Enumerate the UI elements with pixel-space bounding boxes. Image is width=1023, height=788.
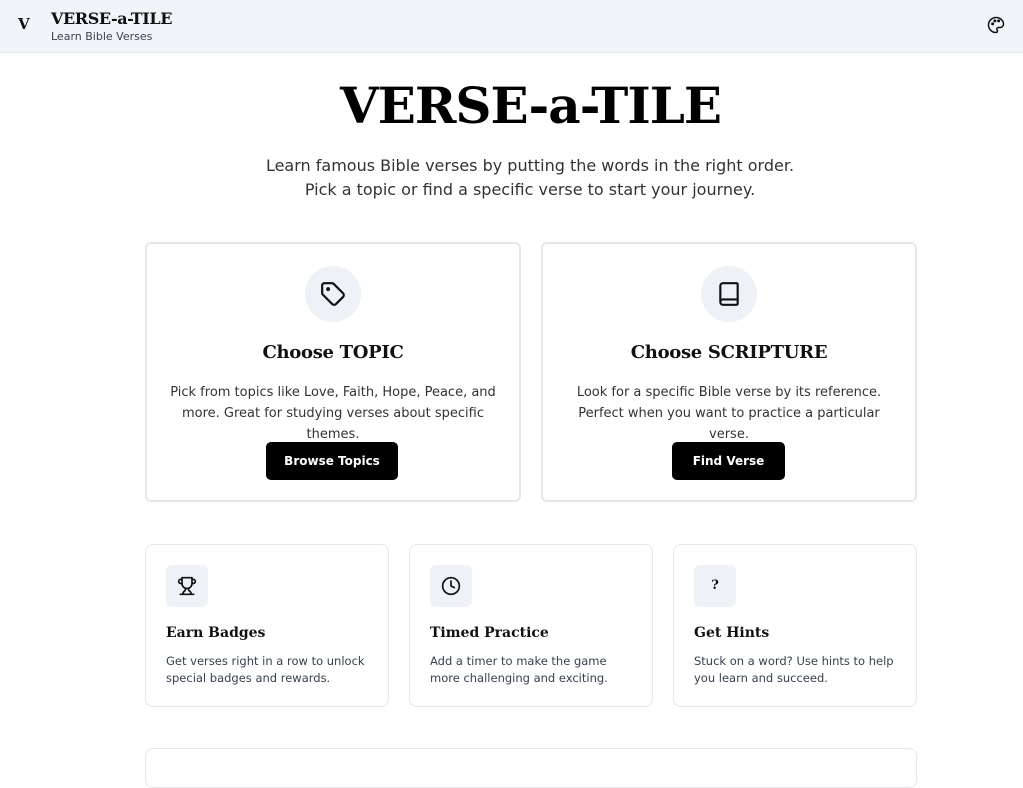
- browse-topics-button[interactable]: Browse Topics: [266, 442, 398, 480]
- app-header: V VERSE-a-TILE Learn Bible Verses: [0, 0, 1023, 53]
- tag-icon: [305, 266, 361, 322]
- brand-subtitle: Learn Bible Verses: [51, 30, 153, 43]
- choose-topic-title: Choose TOPIC: [262, 342, 404, 363]
- question-glyph: ?: [711, 578, 719, 593]
- feature-card-badges: Earn Badges Get verses right in a row to…: [145, 544, 389, 707]
- feature-description: Add a timer to make the game more challe…: [430, 654, 608, 685]
- feature-card-timed: Timed Practice Add a timer to make the g…: [409, 544, 653, 707]
- choose-topic-description: Pick from topics like Love, Faith, Hope,…: [170, 385, 496, 442]
- feature-card-hints: ? Get Hints Stuck on a word? Use hints t…: [673, 544, 917, 707]
- logo-mark[interactable]: V: [18, 15, 30, 33]
- hero-title: VERSE-a-TILE: [339, 76, 722, 135]
- choose-topic-card: Choose TOPIC Pick from topics like Love,…: [145, 242, 521, 502]
- bottom-section-card: [145, 748, 917, 788]
- brand-title[interactable]: VERSE-a-TILE: [51, 9, 172, 28]
- feature-description: Stuck on a word? Use hints to help you l…: [694, 654, 894, 685]
- choose-scripture-description: Look for a specific Bible verse by its r…: [576, 385, 882, 442]
- trophy-icon: [166, 565, 208, 607]
- choose-scripture-title: Choose SCRIPTURE: [630, 342, 828, 363]
- question-icon: ?: [694, 565, 736, 607]
- book-icon: [701, 266, 757, 322]
- choose-scripture-card: Choose SCRIPTURE Look for a specific Bib…: [541, 242, 917, 502]
- clock-icon: [430, 565, 472, 607]
- find-verse-button[interactable]: Find Verse: [672, 442, 785, 480]
- feature-title: Earn Badges: [166, 625, 266, 641]
- hero-description: Learn famous Bible verses by putting the…: [265, 156, 795, 199]
- palette-icon[interactable]: [987, 16, 1005, 34]
- feature-title: Timed Practice: [430, 625, 549, 641]
- feature-title: Get Hints: [694, 625, 770, 641]
- feature-description: Get verses right in a row to unlock spec…: [166, 654, 365, 685]
